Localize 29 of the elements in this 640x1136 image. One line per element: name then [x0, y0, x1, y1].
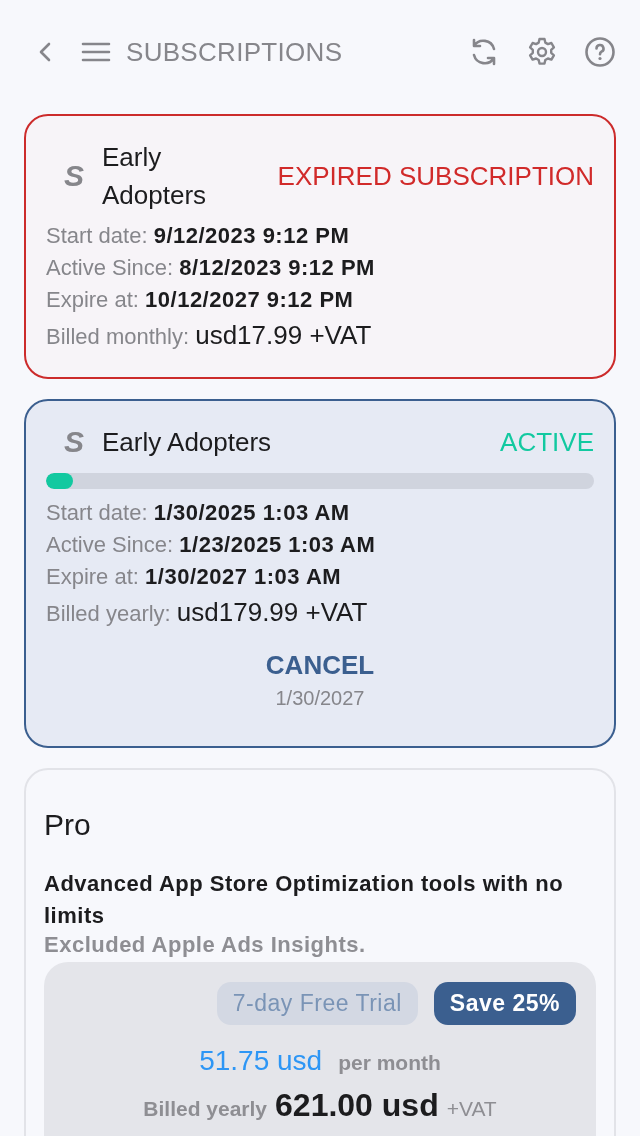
status-label: EXPIRED SUBSCRIPTION	[277, 160, 594, 192]
help-icon[interactable]	[584, 36, 616, 68]
billing-row-text: Billed yearly: usd179.99 +VAT	[46, 597, 369, 628]
detail-row-text: Expire at: 10/12/2027 9:12 PM	[46, 286, 355, 314]
vat-label: +VAT	[446, 1097, 497, 1121]
page-title: SUBSCRIPTIONS	[126, 36, 344, 68]
trial-badge: 7-day Free Trial	[216, 982, 418, 1025]
plan-name: Early Adopters	[102, 426, 273, 459]
cancel-button[interactable]: CANCEL	[265, 650, 375, 681]
plan-title: Pro	[44, 808, 92, 842]
status-label: ACTIVE	[500, 426, 594, 458]
detail-row-text: Active Since: 8/12/2023 9:12 PM	[46, 254, 376, 282]
billing-label: Billed yearly	[143, 1097, 268, 1121]
settings-icon[interactable]	[526, 36, 558, 68]
monthly-price: 51.75 usd	[199, 1045, 323, 1077]
yearly-price: 621.00 usd	[275, 1087, 439, 1124]
detail-row-text: Start date: 1/30/2025 1:03 AM	[46, 499, 351, 527]
plan-note: Excluded Apple Ads Insights.	[44, 932, 367, 958]
detail-row-text: Expire at: 1/30/2027 1:03 AM	[46, 563, 343, 591]
detail-row-text: Active Since: 1/23/2025 1:03 AM	[46, 531, 377, 559]
price-unit: per month	[338, 1051, 441, 1075]
discount-badge: Save 25%	[433, 982, 576, 1025]
detail-row-text: Start date: 9/12/2023 9:12 PM	[46, 222, 351, 250]
cancel-date: 1/30/2027	[275, 687, 365, 710]
plan-description: Advanced App Store Optimization tools with no limits	[44, 870, 565, 930]
plan-name: Early Adopters	[102, 141, 208, 212]
logo: S	[64, 425, 84, 459]
billing-row-text: Billed monthly: usd17.99 +VAT	[46, 320, 373, 351]
logo: S	[64, 159, 84, 193]
